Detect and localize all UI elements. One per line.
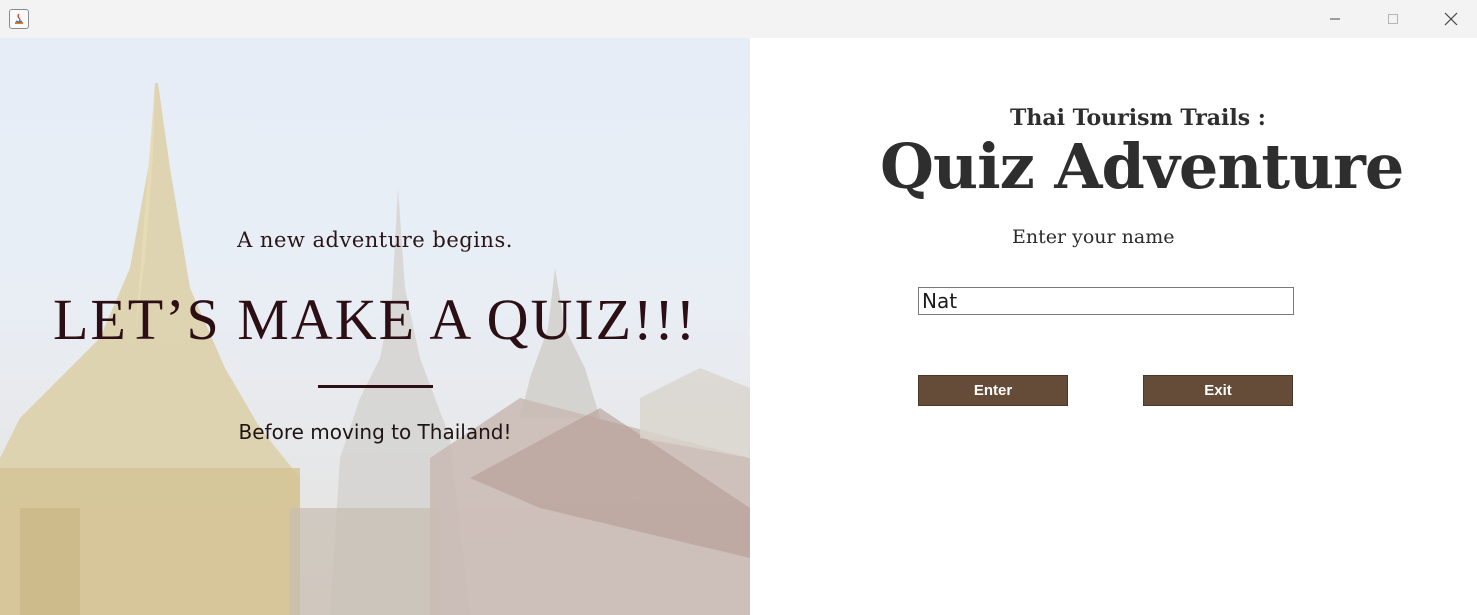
divider-line xyxy=(318,385,433,388)
title-bar[interactable] xyxy=(0,0,1477,39)
app-window: A new adventure begins. LET’S MAKE A QUI… xyxy=(0,0,1477,615)
name-prompt-label: Enter your name xyxy=(1012,226,1175,248)
app-subtitle: Thai Tourism Trails : xyxy=(1010,105,1266,131)
background-image-panel: A new adventure begins. LET’S MAKE A QUI… xyxy=(0,38,750,615)
minimize-button[interactable] xyxy=(1306,0,1364,38)
minimize-icon xyxy=(1330,18,1340,20)
java-icon[interactable] xyxy=(9,9,29,29)
close-button[interactable] xyxy=(1422,0,1477,38)
tagline-text: A new adventure begins. xyxy=(237,228,513,252)
login-panel: Thai Tourism Trails : Quiz Adventure Ent… xyxy=(750,38,1477,615)
subline-text: Before moving to Thailand! xyxy=(238,420,512,444)
headline-text: LET’S MAKE A QUIZ!!! xyxy=(52,287,698,352)
enter-button[interactable]: Enter xyxy=(918,375,1068,406)
exit-button[interactable]: Exit xyxy=(1143,375,1293,406)
maximize-button[interactable] xyxy=(1364,0,1422,38)
maximize-icon xyxy=(1388,14,1398,24)
app-title: Quiz Adventure xyxy=(880,130,1404,203)
close-icon xyxy=(1444,12,1458,26)
name-input[interactable] xyxy=(918,287,1294,315)
